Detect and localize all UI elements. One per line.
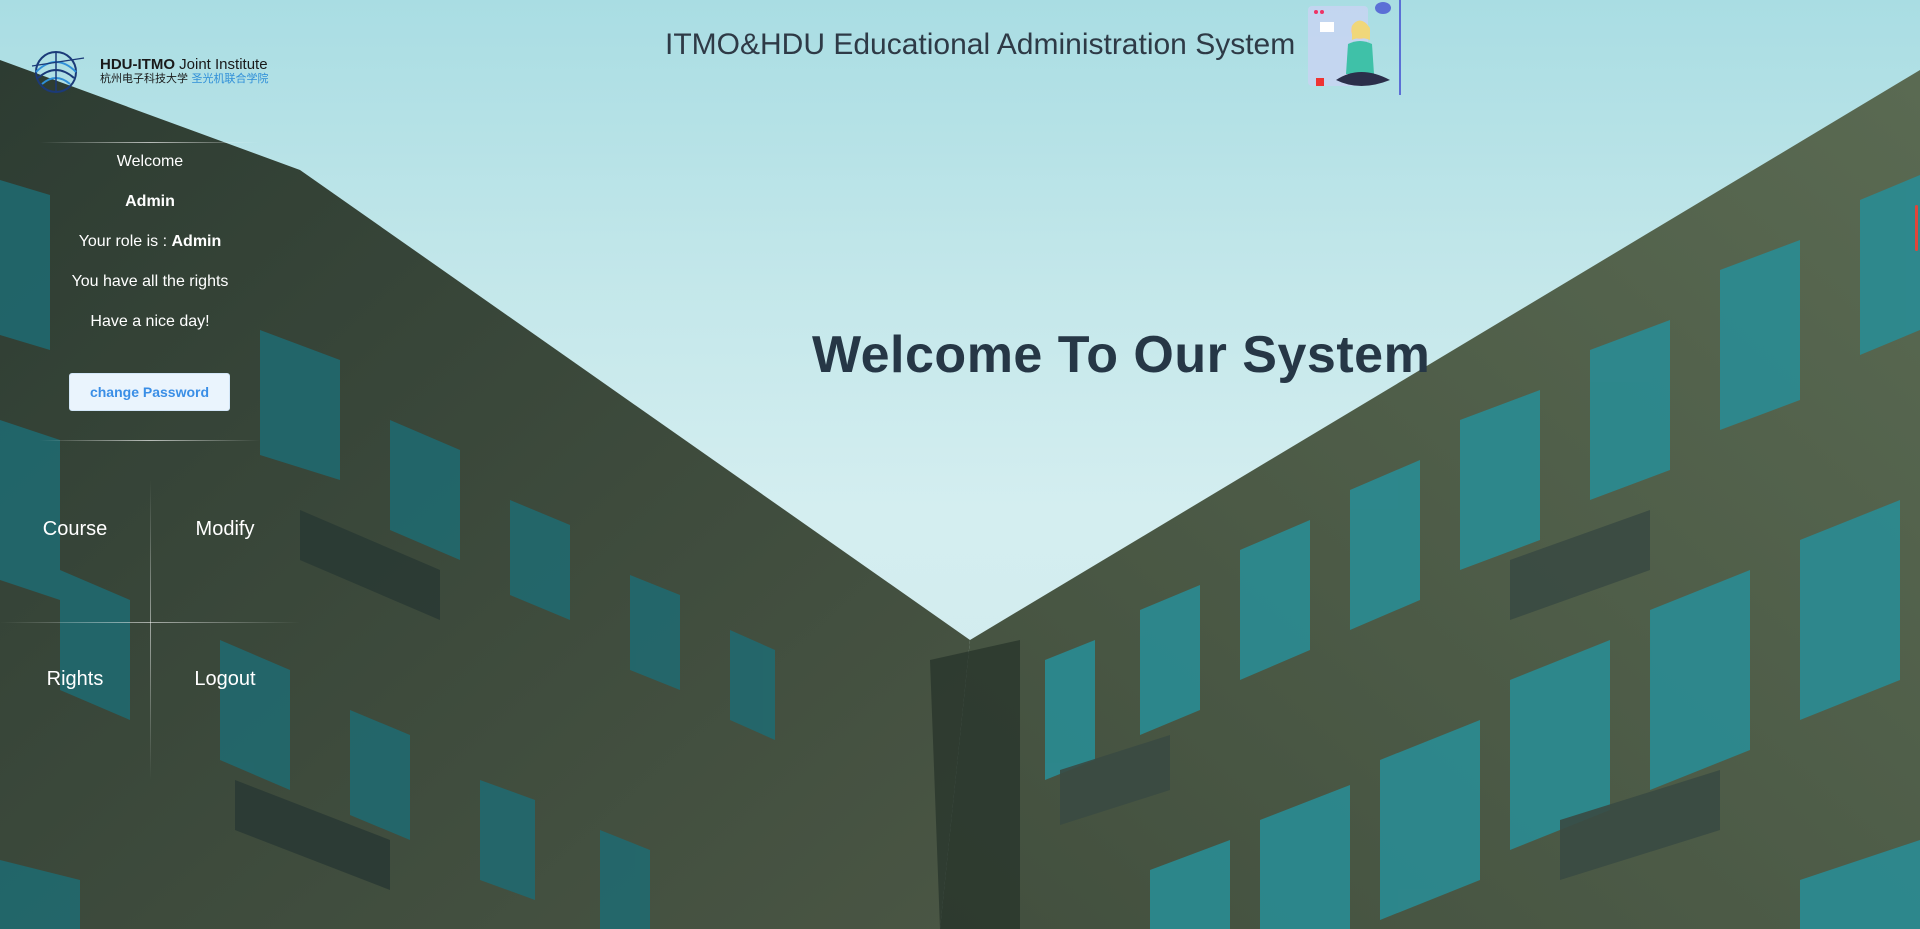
menu-tile-modify[interactable]: Modify [150, 0, 300, 540]
greeting-text: Have a nice day! [90, 313, 210, 330]
menu-label-logout: Logout [194, 668, 256, 690]
menu-label-rights: Rights [46, 668, 104, 690]
menu-tile-logout[interactable]: Logout [150, 150, 300, 690]
welcome-headline: Welcome To Our System [812, 326, 1431, 384]
change-password-button[interactable]: change Password [69, 373, 230, 411]
menu-grid-horizontal-divider [0, 622, 300, 623]
system-title: ITMO&HDU Educational Administration Syst… [665, 28, 1296, 61]
scroll-indicator[interactable] [1915, 205, 1918, 251]
menu-tile-course[interactable]: Course [0, 0, 150, 540]
menu-label-course: Course [42, 518, 108, 540]
menu-label-modify: Modify [195, 518, 255, 540]
reading-person-illustration [1308, 0, 1401, 95]
menu-grid-vertical-divider [150, 480, 151, 780]
sidebar-middle-divider [40, 440, 260, 441]
menu-tile-rights[interactable]: Rights [0, 150, 150, 690]
page: HDU-ITMO Joint Institute 杭州电子科技大学 圣光机联合学… [0, 0, 1920, 929]
